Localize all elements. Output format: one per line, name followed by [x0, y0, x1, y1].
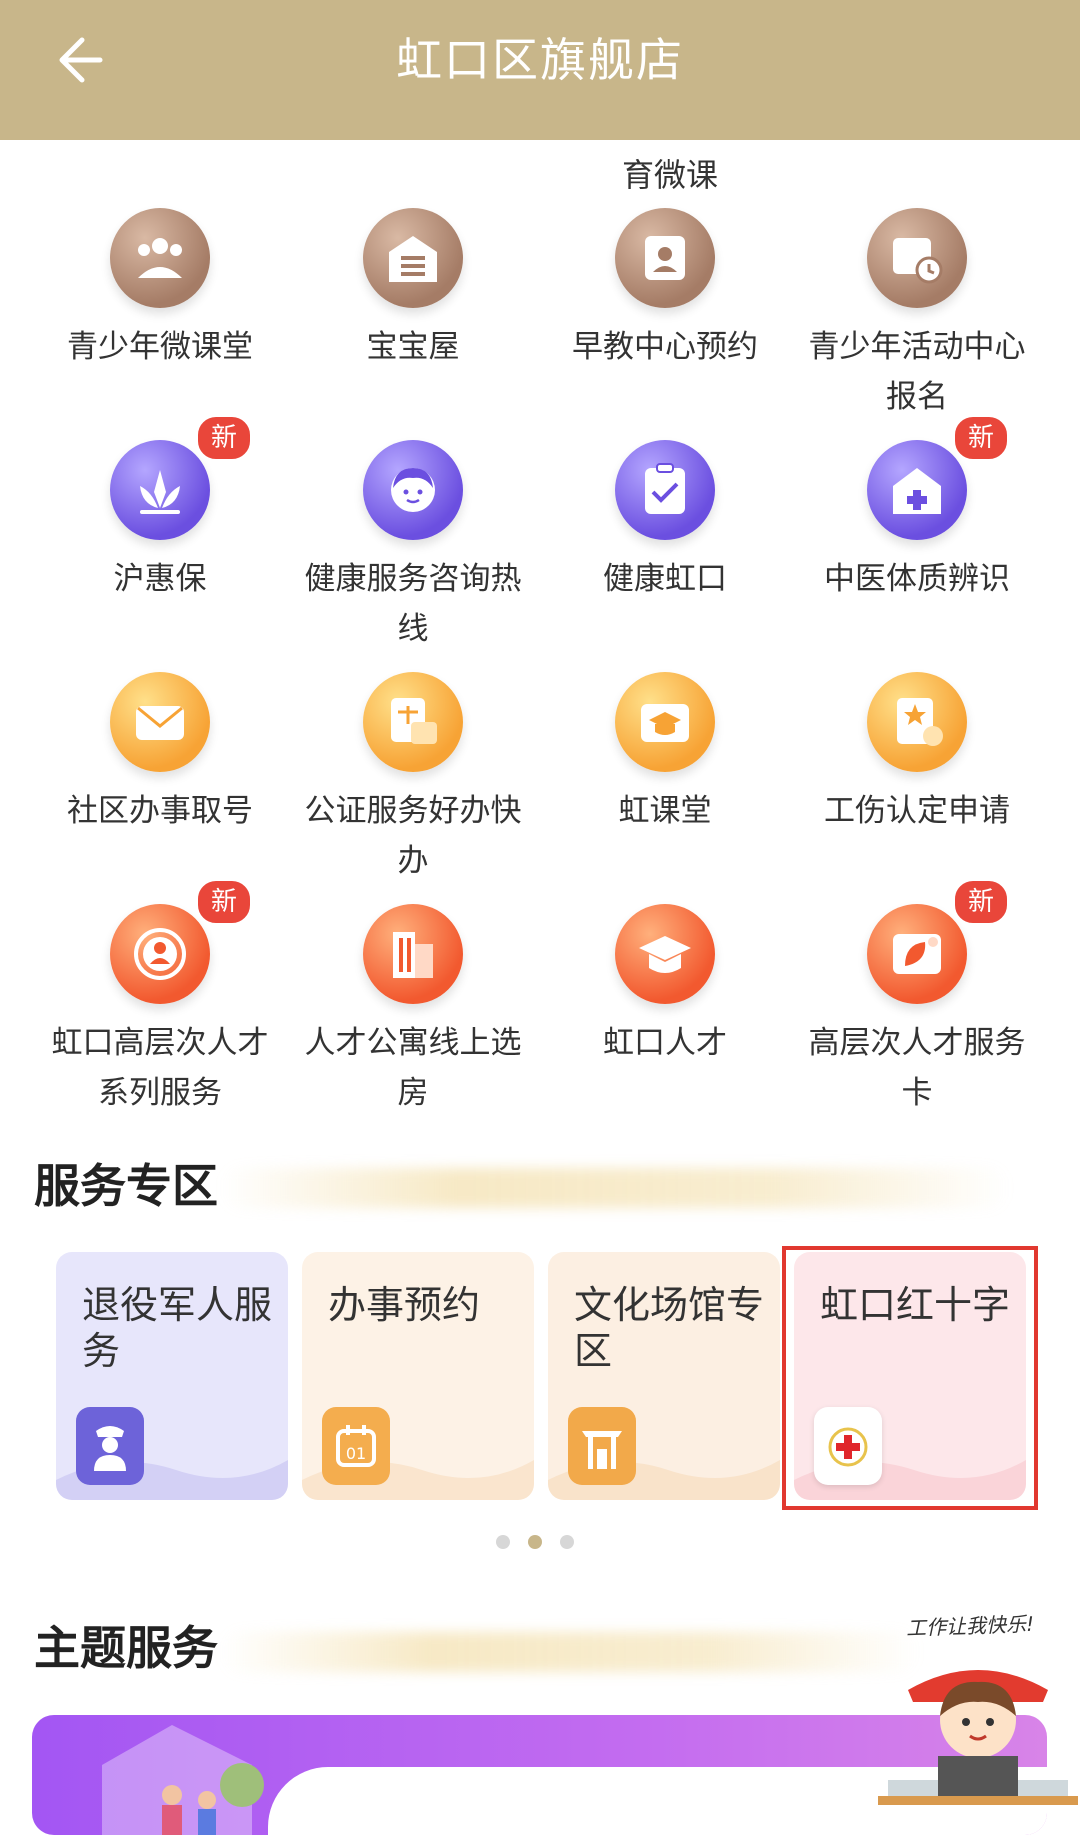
- page-dot[interactable]: [496, 1535, 510, 1549]
- grid-item-label: 人才公寓线上选房: [304, 1025, 522, 1111]
- banner-illustration: [102, 1725, 264, 1835]
- graduation-cap-icon: [615, 672, 715, 772]
- building-icon: [363, 904, 463, 1004]
- grid-item-label: 青少年微课堂: [67, 329, 253, 365]
- grid-item-label: 虹口高层次人才系列服务: [51, 1025, 269, 1111]
- grid-item[interactable]: 虹口人才: [540, 904, 790, 1068]
- grid-item[interactable]: 早教中心预约: [540, 208, 790, 372]
- calendar-icon: 01: [322, 1407, 390, 1485]
- grid-item[interactable]: 虹课堂: [540, 672, 790, 836]
- mascot-illustration[interactable]: [878, 1630, 1078, 1805]
- selected-card-highlight: [782, 1246, 1038, 1510]
- grid-item-label: 虹课堂: [618, 793, 712, 829]
- clipboard-check-icon: [615, 440, 715, 540]
- new-badge: 新: [195, 878, 253, 926]
- page-title: 虹口区旗舰店: [396, 33, 684, 87]
- grid-item[interactable]: 工伤认定申请: [792, 672, 1042, 836]
- grid-item[interactable]: 新中医体质辨识: [792, 414, 1042, 604]
- grid-item-label: 公证服务好办快办: [304, 793, 522, 879]
- service-zone-title: 服务专区: [34, 1159, 218, 1213]
- document-star-icon: [867, 672, 967, 772]
- grid-item-label: 工伤认定申请: [824, 793, 1010, 829]
- svg-text:01: 01: [346, 1444, 366, 1463]
- new-badge: 新: [195, 414, 253, 462]
- card-culture-venues[interactable]: 文化场馆专区: [548, 1252, 780, 1500]
- grid-item[interactable]: 公证服务好办快办: [288, 672, 538, 886]
- card-label: 退役军人服务: [82, 1283, 273, 1373]
- grid-item[interactable]: 人才公寓线上选房: [288, 904, 538, 1118]
- card-veterans[interactable]: 退役军人服务: [56, 1252, 288, 1500]
- scale-doc-icon: [363, 672, 463, 772]
- medical-house-icon: [867, 440, 967, 540]
- grid-item-label: 早教中心预约: [572, 329, 758, 365]
- house-icon: [363, 208, 463, 308]
- grid-item-label: 健康虹口: [603, 561, 727, 597]
- card-appointment[interactable]: 办事预约 01: [302, 1252, 534, 1500]
- grid-item-label: 健康服务咨询热线: [304, 561, 522, 647]
- archway-icon: [568, 1407, 636, 1485]
- grid-item-label: 高层次人才服务卡: [808, 1025, 1026, 1111]
- mortarboard-icon: [615, 904, 715, 1004]
- envelope-icon: [110, 672, 210, 772]
- grid-item-label: 社区办事取号: [67, 793, 253, 829]
- grid-item[interactable]: 新虹口高层次人才系列服务: [35, 878, 285, 1118]
- grid-item[interactable]: 社区办事取号: [35, 672, 285, 836]
- card-label: 文化场馆专区: [574, 1283, 765, 1373]
- grid-item[interactable]: 青少年微课堂: [35, 208, 285, 372]
- page-dot[interactable]: [560, 1535, 574, 1549]
- grid-item-label: 中医体质辨识: [824, 561, 1010, 597]
- card-label: 办事预约: [328, 1283, 481, 1327]
- grid-item-label: 青少年活动中心报名: [808, 329, 1026, 415]
- grid-item-label: 虹口人才: [603, 1025, 727, 1061]
- grid-item[interactable]: 健康服务咨询热线: [288, 440, 538, 654]
- new-badge: 新: [952, 878, 1010, 926]
- people-icon: [110, 208, 210, 308]
- partial-grid-item-label: 育微课: [621, 156, 718, 194]
- grid-item[interactable]: 新高层次人才服务卡: [792, 878, 1042, 1118]
- grid-item[interactable]: 新沪惠保: [35, 414, 285, 604]
- lotus-icon: [110, 440, 210, 540]
- theme-services-title: 主题服务: [34, 1621, 218, 1675]
- portrait-icon: [615, 208, 715, 308]
- grid-item[interactable]: 健康虹口: [540, 440, 790, 604]
- user-ring-icon: [110, 904, 210, 1004]
- grid-item[interactable]: 宝宝屋: [288, 208, 538, 372]
- grid-item-label: 沪惠保: [113, 561, 207, 597]
- section-title-glow: [220, 1168, 1010, 1208]
- grid-item[interactable]: 青少年活动中心报名: [792, 208, 1042, 422]
- top-bar: 虹口区旗舰店: [0, 0, 1080, 140]
- leaf-card-icon: [867, 904, 967, 1004]
- face-icon: [363, 440, 463, 540]
- soldier-icon: [76, 1407, 144, 1485]
- new-badge: 新: [952, 414, 1010, 462]
- page-dot-active[interactable]: [528, 1535, 542, 1549]
- grid-item-label: 宝宝屋: [366, 329, 460, 365]
- section-title-glow: [220, 1632, 920, 1672]
- calendar-clock-icon: [867, 208, 967, 308]
